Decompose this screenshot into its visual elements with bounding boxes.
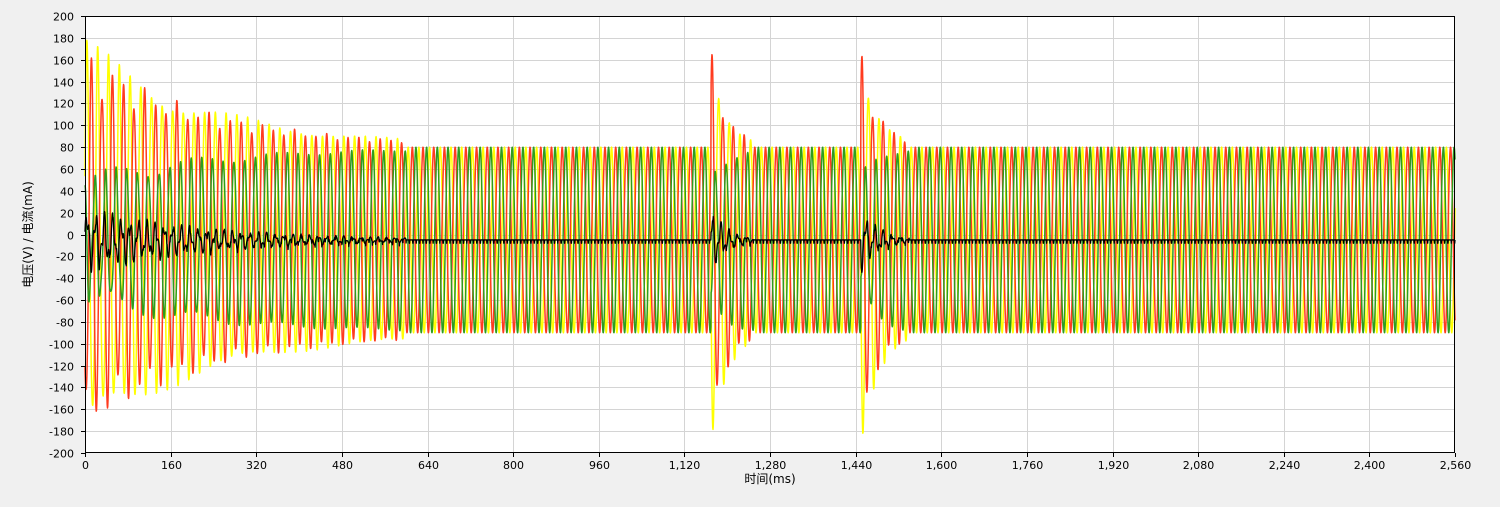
y-tick-label: -100 (49, 339, 74, 352)
y-tick-label: 160 (53, 55, 74, 68)
y-tick-label: 180 (53, 33, 74, 46)
x-tick-label: 1,920 (1098, 459, 1130, 472)
x-tick-label: 1,280 (755, 459, 787, 472)
y-tick-label: 200 (53, 11, 74, 24)
y-tick-label: -180 (49, 426, 74, 439)
x-tick-label: 2,560 (1440, 459, 1472, 472)
y-tick-label: 60 (60, 164, 74, 177)
x-tick-label: 960 (589, 459, 610, 472)
x-tick-label: 800 (503, 459, 524, 472)
x-tick-label: 1,440 (841, 459, 873, 472)
y-tick-label: -120 (49, 361, 74, 374)
x-tick-label: 1,600 (926, 459, 958, 472)
x-axis-title: 时间(ms) (744, 472, 795, 486)
x-tick-label: 0 (82, 459, 89, 472)
x-tick-label: 160 (161, 459, 182, 472)
x-tick-label: 2,400 (1354, 459, 1386, 472)
y-axis-title: 电压(V) / 电流(mA) (21, 181, 35, 288)
x-tick-label: 640 (418, 459, 439, 472)
y-tick-label: -160 (49, 404, 74, 417)
y-tick-label: -20 (56, 251, 74, 264)
x-tick-label: 320 (246, 459, 267, 472)
y-tick-label: 20 (60, 208, 74, 221)
x-tick-label: 1,120 (669, 459, 701, 472)
x-tick-label: 2,240 (1269, 459, 1301, 472)
x-tick-label: 480 (332, 459, 353, 472)
waveform-chart: 200180160140120100806040200-20-40-60-80-… (0, 0, 1500, 503)
chart-container: 200 180 160 140 120 100 80 60 40 20 0 -20 -40 -60 -80-… (0, 0, 1500, 503)
y-tick-label: 40 (60, 186, 74, 199)
y-tick-label: 0 (67, 230, 74, 243)
y-tick-label: 80 (60, 142, 74, 155)
y-tick-label: -80 (56, 317, 74, 330)
x-tick-label: 1,760 (1012, 459, 1044, 472)
y-tick-label: 100 (53, 120, 74, 133)
y-tick-label: -60 (56, 295, 74, 308)
x-tick-label: 2,080 (1183, 459, 1215, 472)
y-tick-label: -200 (49, 448, 74, 461)
y-tick-label: -140 (49, 382, 74, 395)
y-tick-label: 120 (53, 98, 74, 111)
y-tick-label: -40 (56, 273, 74, 286)
y-tick-label: 140 (53, 77, 74, 90)
